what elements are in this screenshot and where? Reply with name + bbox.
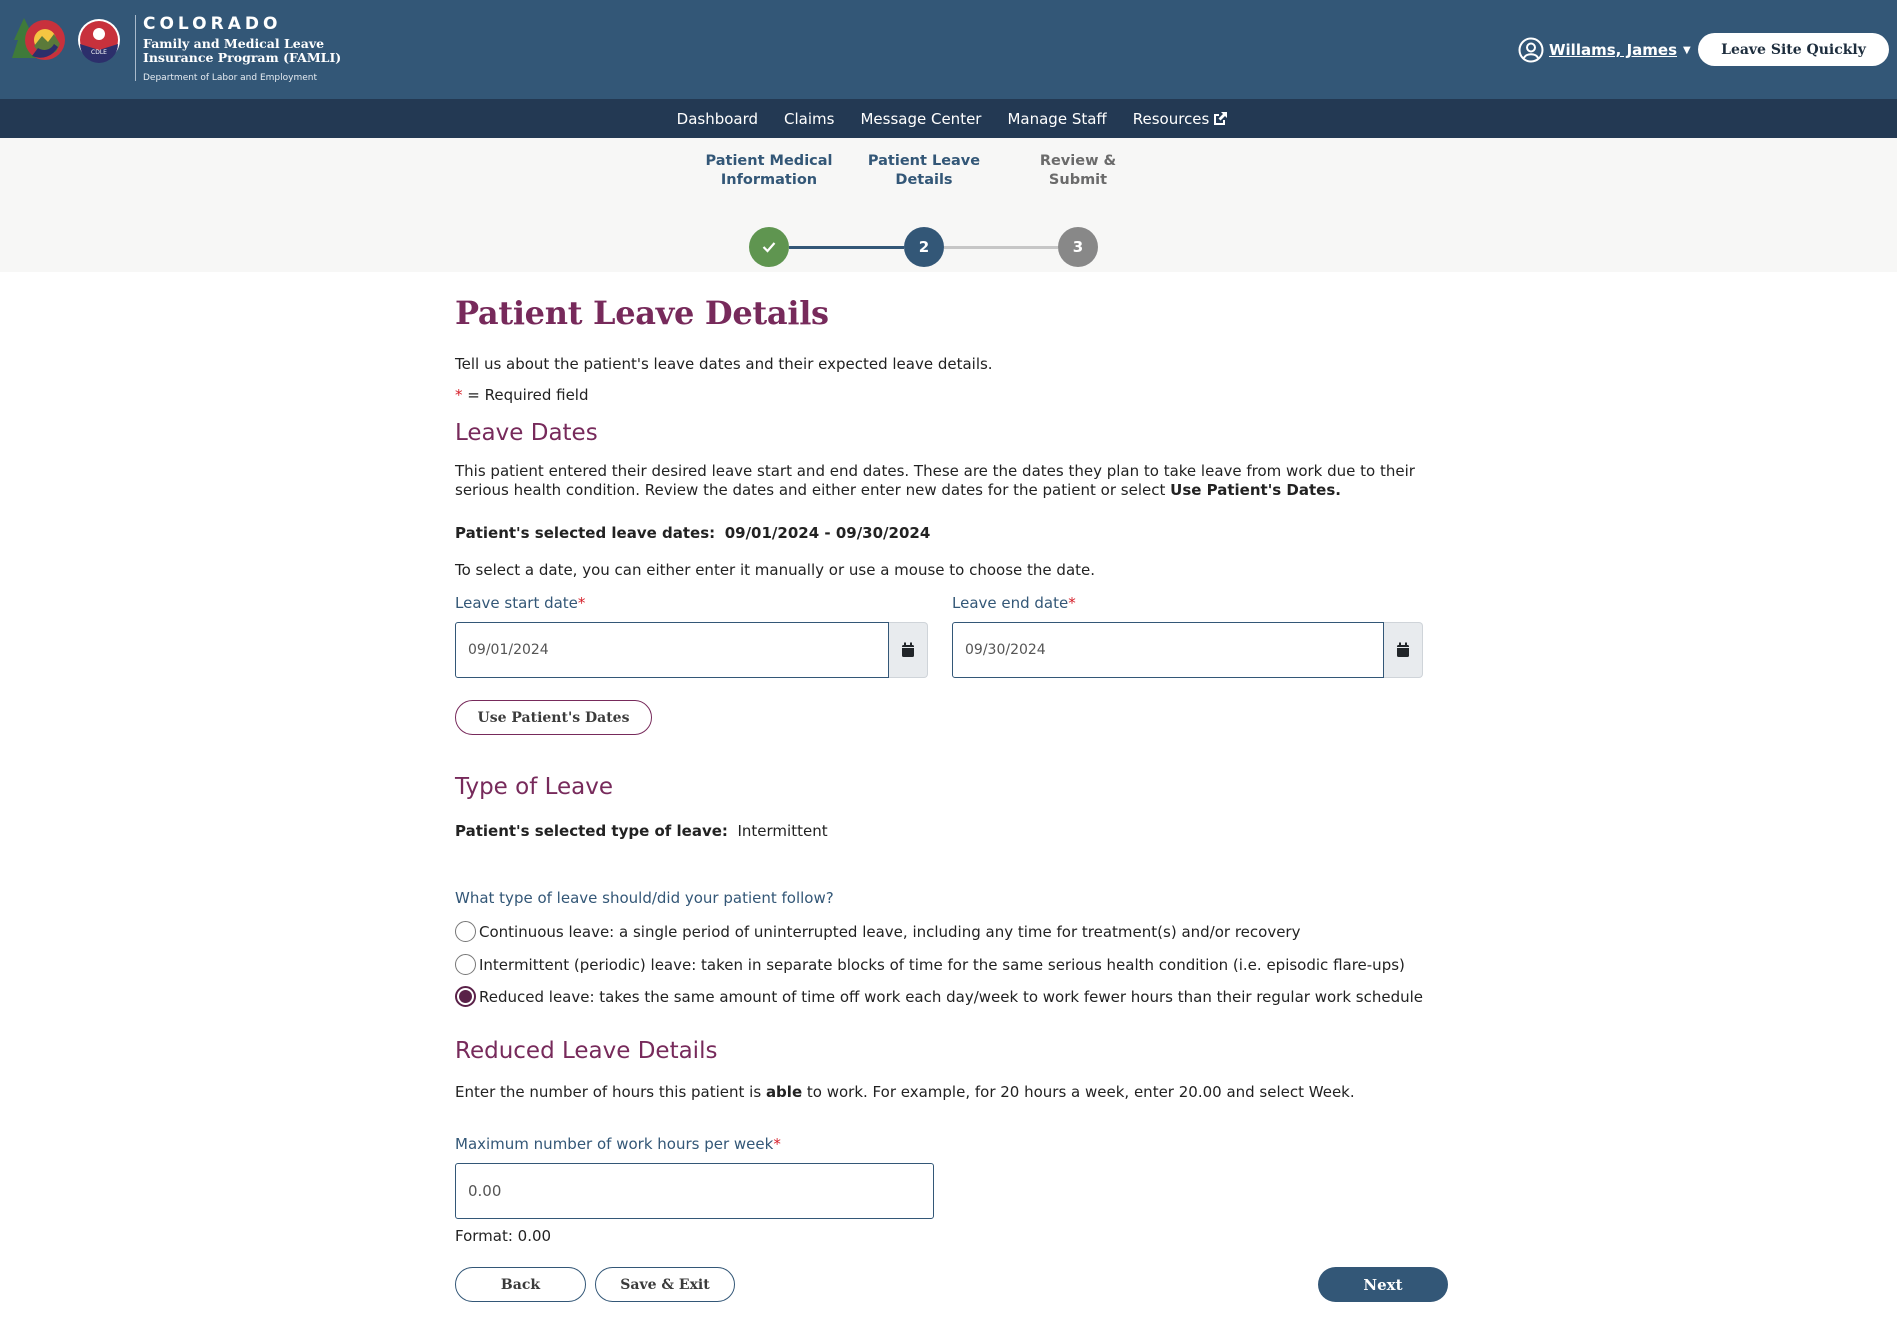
logo-divider bbox=[135, 15, 136, 81]
step-1-complete bbox=[749, 227, 789, 267]
nav-claims[interactable]: Claims bbox=[784, 110, 834, 128]
leave-type-question: What type of leave should/did your patie… bbox=[455, 889, 834, 907]
leave-start-date-label: Leave start date* bbox=[455, 594, 585, 612]
nav-manage-staff[interactable]: Manage Staff bbox=[1007, 110, 1106, 128]
step-2-current: 2 bbox=[904, 227, 944, 267]
svg-text:CDLE: CDLE bbox=[91, 49, 107, 56]
required-note: * = Required field bbox=[455, 386, 589, 405]
patient-selected-dates-label: Patient's selected leave dates: bbox=[455, 524, 716, 542]
leave-end-date-picker-button[interactable] bbox=[1384, 622, 1423, 678]
external-link-icon bbox=[1214, 111, 1228, 125]
next-button[interactable]: Next bbox=[1318, 1267, 1448, 1302]
colorado-cdle-logo[interactable]: CDLE bbox=[12, 14, 134, 66]
reduced-leave-instruction-bold: able bbox=[765, 1083, 803, 1101]
progress-stepper: Patient Medical Information Patient Leav… bbox=[0, 138, 1897, 272]
patient-selected-dates: Patient's selected leave dates: 09/01/20… bbox=[455, 524, 930, 543]
radio-button-selected[interactable] bbox=[455, 986, 476, 1007]
radio-option-label: Intermittent (periodic) leave: taken in … bbox=[479, 955, 1405, 974]
required-note-text: = Required field bbox=[462, 386, 589, 404]
page-intro: Tell us about the patient's leave dates … bbox=[455, 355, 993, 373]
leave-end-date-input[interactable] bbox=[952, 622, 1384, 678]
patient-selected-leave-type: Patient's selected type of leave: Interm… bbox=[455, 822, 828, 841]
max-hours-label: Maximum number of work hours per week* bbox=[455, 1135, 781, 1153]
radio-option-intermittent[interactable]: Intermittent (periodic) leave: taken in … bbox=[455, 954, 1405, 975]
leave-dates-description: This patient entered their desired leave… bbox=[455, 462, 1445, 500]
step-label-3: Review & Submit bbox=[1039, 153, 1117, 188]
brand-department: Department of Labor and Employment bbox=[143, 73, 317, 83]
main-nav: Dashboard Claims Message Center Manage S… bbox=[0, 99, 1897, 138]
reduced-leave-instruction: Enter the number of hours this patient i… bbox=[455, 1083, 1355, 1102]
step-connector-complete bbox=[789, 246, 904, 249]
reduced-leave-heading: Reduced Leave Details bbox=[455, 1038, 718, 1064]
leave-dates-description-bold: Use Patient's Dates. bbox=[1170, 481, 1341, 499]
format-hint: Format: 0.00 bbox=[455, 1227, 552, 1245]
leave-end-date-label: Leave end date* bbox=[952, 594, 1076, 612]
chevron-down-icon: ▼ bbox=[1683, 44, 1691, 56]
brand-title: COLORADO bbox=[143, 14, 282, 34]
leave-end-date-group bbox=[952, 622, 1423, 678]
user-menu[interactable]: Willams, James ▼ bbox=[1518, 37, 1691, 63]
nav-message-center[interactable]: Message Center bbox=[860, 110, 981, 128]
radio-button[interactable] bbox=[455, 954, 476, 975]
back-button[interactable]: Back bbox=[455, 1267, 586, 1302]
step-3-pending: 3 bbox=[1058, 227, 1098, 267]
required-asterisk: * bbox=[577, 594, 586, 612]
max-hours-input[interactable] bbox=[455, 1163, 934, 1219]
required-asterisk: * bbox=[1068, 594, 1076, 612]
date-instruction: To select a date, you can either enter i… bbox=[455, 561, 1096, 579]
leave-start-date-picker-button[interactable] bbox=[889, 622, 928, 678]
required-asterisk: * bbox=[455, 386, 463, 404]
leave-start-date-input[interactable] bbox=[455, 622, 889, 678]
patient-selected-leave-type-label: Patient's selected type of leave: bbox=[455, 822, 728, 840]
brand-subtitle: Family and Medical Leave Insurance Progr… bbox=[143, 36, 342, 65]
leave-dates-heading: Leave Dates bbox=[455, 420, 598, 446]
user-name[interactable]: Willams, James bbox=[1549, 41, 1677, 59]
radio-button[interactable] bbox=[455, 921, 476, 942]
type-of-leave-heading: Type of Leave bbox=[455, 774, 614, 800]
site-header: CDLE COLORADO Family and Medical Leave I… bbox=[0, 0, 1897, 99]
radio-option-reduced[interactable]: Reduced leave: takes the same amount of … bbox=[455, 986, 1423, 1007]
radio-option-label: Reduced leave: takes the same amount of … bbox=[479, 987, 1423, 1006]
patient-selected-leave-type-value: Intermittent bbox=[737, 822, 828, 840]
leave-start-date-group bbox=[455, 622, 928, 678]
radio-option-label: Continuous leave: a single period of uni… bbox=[479, 922, 1301, 941]
step-connector-pending bbox=[944, 246, 1058, 249]
calendar-icon bbox=[902, 642, 914, 657]
checkmark-icon bbox=[762, 242, 776, 253]
radio-option-continuous[interactable]: Continuous leave: a single period of uni… bbox=[455, 921, 1300, 942]
step-label-1: Patient Medical Information bbox=[705, 153, 833, 188]
calendar-icon bbox=[1397, 642, 1409, 657]
leave-start-date-label-text: Leave start date bbox=[455, 594, 578, 612]
reduced-leave-instruction-post: to work. For example, for 20 hours a wee… bbox=[802, 1083, 1355, 1101]
nav-resources-label: Resources bbox=[1132, 109, 1210, 128]
use-patients-dates-button[interactable]: Use Patient's Dates bbox=[455, 700, 652, 735]
max-hours-label-text: Maximum number of work hours per week bbox=[455, 1135, 774, 1153]
leave-site-quickly-button[interactable]: Leave Site Quickly bbox=[1698, 33, 1889, 66]
patient-selected-dates-value: 09/01/2024 - 09/30/2024 bbox=[724, 524, 931, 542]
nav-dashboard[interactable]: Dashboard bbox=[677, 110, 758, 128]
step-label-2: Patient Leave Details bbox=[867, 153, 981, 188]
required-asterisk: * bbox=[773, 1135, 781, 1153]
page-title: Patient Leave Details bbox=[455, 294, 829, 332]
user-circle-icon bbox=[1518, 37, 1544, 63]
save-exit-button[interactable]: Save & Exit bbox=[595, 1267, 735, 1302]
reduced-leave-instruction-pre: Enter the number of hours this patient i… bbox=[455, 1083, 766, 1101]
leave-end-date-label-text: Leave end date bbox=[952, 594, 1069, 612]
nav-resources[interactable]: Resources bbox=[1133, 110, 1229, 128]
